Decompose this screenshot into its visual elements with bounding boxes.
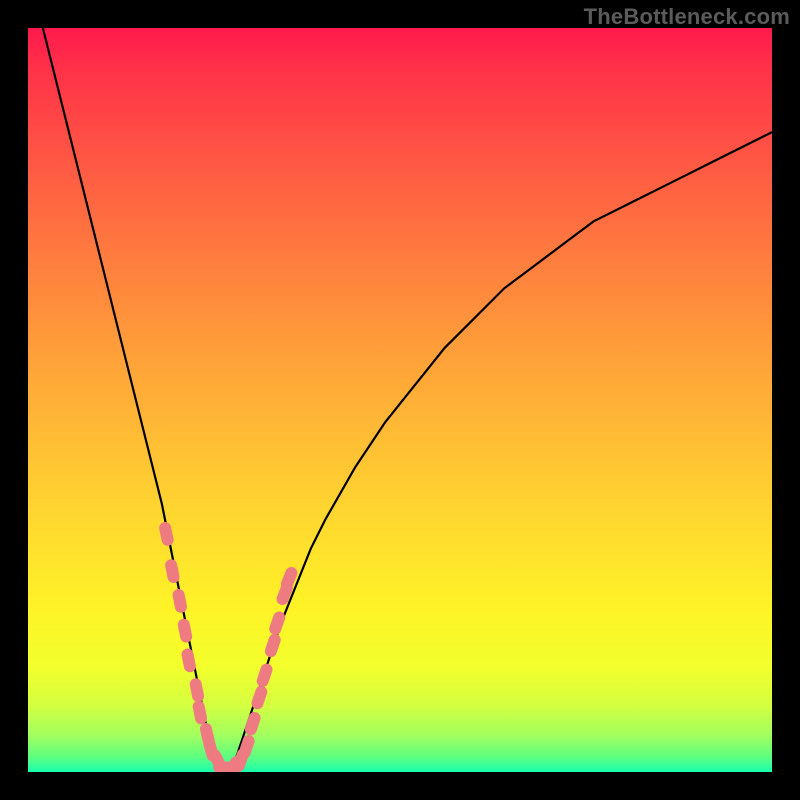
watermark-text: TheBottleneck.com	[584, 4, 790, 30]
curve-marker	[268, 610, 287, 637]
plot-area	[28, 28, 772, 772]
curve-marker	[164, 558, 180, 584]
curve-marker	[172, 588, 188, 614]
curve-marker	[192, 700, 209, 726]
curve-marker	[255, 662, 274, 689]
curve-marker	[158, 521, 175, 547]
curve-marker	[243, 710, 262, 737]
bottleneck-curve	[43, 28, 772, 772]
curve-marker	[189, 677, 205, 703]
curve-layer	[28, 28, 772, 772]
curve-markers	[158, 521, 299, 772]
chart-frame: TheBottleneck.com	[0, 0, 800, 800]
curve-marker	[177, 618, 193, 644]
curve-marker	[263, 632, 282, 659]
curve-marker	[180, 647, 196, 673]
curve-marker	[250, 684, 269, 711]
